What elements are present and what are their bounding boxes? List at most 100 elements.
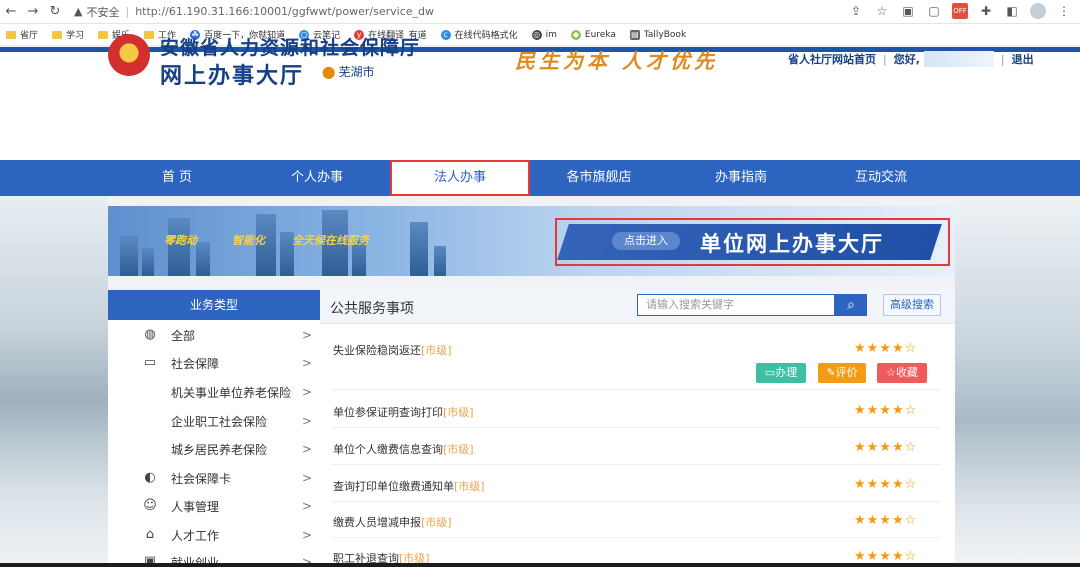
extension-icon[interactable]: ▣	[900, 3, 916, 19]
sidebar-item-resident-pension[interactable]: 城乡居民养老保险 >	[108, 435, 320, 463]
code-icon: c	[440, 29, 451, 40]
browser-address-bar: ← → ↻ ▲ 不安全 | http://61.190.31.166:10001…	[0, 0, 1080, 24]
service-name[interactable]: 查询打印单位缴费通知单[市级]	[333, 478, 485, 494]
sidepanel-icon[interactable]: ◧	[1004, 3, 1020, 19]
favorite-button[interactable]: ☆收藏	[877, 363, 927, 383]
bookmark-item[interactable]: ◎ im	[531, 29, 557, 40]
blank-extension-icon[interactable]: ▢	[926, 3, 942, 19]
rate-icon: ✎	[826, 366, 836, 379]
menu-icon[interactable]: ⋮	[1056, 3, 1072, 19]
folder-icon	[52, 30, 63, 39]
globe-icon: ◎	[531, 29, 542, 40]
browser-toolbar-right: ⇪ ☆ ▣ ▢ OFF ✚ ◧ ⋮	[848, 3, 1072, 19]
enter-button[interactable]: 点击进入	[612, 232, 680, 250]
nav-home[interactable]: 首 页	[118, 160, 236, 196]
leaf-icon: ◆	[570, 29, 581, 40]
nav-personal[interactable]: 个人办事	[258, 160, 376, 196]
logout-link[interactable]: 退出	[1012, 51, 1034, 67]
service-row[interactable]: 失业保险稳岗返还[市级] ★★★★☆ ▭办理 ✎评价 ☆收藏	[332, 341, 940, 390]
warning-icon: ▲	[74, 5, 83, 18]
handle-button[interactable]: ▭办理	[756, 363, 806, 383]
nav-corporate[interactable]: 法人办事	[390, 160, 530, 196]
advanced-search-button[interactable]: 高级搜索	[883, 294, 941, 316]
rating-stars: ★★★★☆	[854, 341, 918, 356]
banner-building	[120, 236, 138, 276]
star-outline-icon: ☆	[886, 366, 896, 379]
off-extension-icon[interactable]: OFF	[952, 3, 968, 19]
rating-stars: ★★★★☆	[854, 549, 918, 564]
nav-interaction[interactable]: 互动交流	[822, 160, 940, 196]
share-icon[interactable]: ⇪	[848, 3, 864, 19]
puzzle-icon[interactable]: ✚	[978, 3, 994, 19]
ssc-card-icon: ◐	[144, 470, 156, 485]
chevron-right-icon: >	[301, 471, 312, 485]
banner-building	[196, 242, 210, 276]
card-icon: ▭	[143, 355, 157, 370]
greeting: 您好,	[893, 53, 920, 66]
url-field[interactable]: ▲ 不安全 | http://61.190.31.166:10001/ggfww…	[74, 4, 434, 20]
service-name[interactable]: 缴费人员增减申报[市级]	[333, 514, 452, 530]
bookmark-item[interactable]: ▤ TallyBook	[629, 29, 686, 40]
sidebar-item-ss-card[interactable]: ◐ 社会保障卡 >	[108, 464, 320, 492]
service-name[interactable]: 单位个人缴费信息查询[市级]	[333, 441, 474, 457]
site-title: 安徽省人力资源和社会保障厅	[160, 37, 421, 59]
handle-icon: ▭	[764, 366, 776, 379]
banner-building	[142, 248, 154, 276]
search-input[interactable]: 请输入搜索关键字	[637, 294, 835, 316]
service-name[interactable]: 失业保险稳岗返还[市级]	[333, 342, 452, 358]
unit-hall-label[interactable]: 单位网上办事大厅	[700, 228, 884, 258]
reload-icon[interactable]: ↻	[44, 4, 66, 19]
taskbar-edge	[0, 563, 1080, 567]
chevron-right-icon: >	[301, 528, 312, 542]
sidebar-item-gov-pension[interactable]: 机关事业单位养老保险 >	[108, 378, 320, 406]
bookmark-item[interactable]: 省厅	[6, 28, 38, 41]
location-pin-icon: ⬤	[322, 65, 336, 79]
service-row[interactable]: 查询打印单位缴费通知单[市级] ★★★★☆	[332, 477, 940, 502]
sidebar-item-enterprise-insurance[interactable]: 企业职工社会保险 >	[108, 407, 320, 435]
service-name[interactable]: 单位参保证明查询打印[市级]	[333, 404, 474, 420]
sidebar-item-personnel[interactable]: ☺ 人事管理 >	[108, 492, 320, 520]
graduation-cap-icon: ⌂	[145, 527, 155, 542]
back-icon[interactable]: ←	[0, 4, 22, 19]
chevron-right-icon: >	[301, 442, 312, 456]
search-button[interactable]: ⌕	[835, 294, 867, 316]
bookmark-item[interactable]: c 在线代码格式化	[440, 28, 518, 41]
bookmark-star-icon[interactable]: ☆	[874, 3, 890, 19]
city-selector[interactable]: ⬤ 芜湖市	[322, 63, 374, 80]
chevron-right-icon: >	[301, 328, 312, 342]
user-links: 省人社厅网站首页 | 您好, | 退出	[788, 51, 1034, 67]
sidebar-item-all[interactable]: ◍ 全部 >	[108, 321, 320, 349]
service-row[interactable]: 单位个人缴费信息查询[市级] ★★★★☆	[332, 440, 940, 465]
globe-icon: ◍	[144, 327, 156, 342]
public-services-panel: 公共服务事项 请输入搜索关键字 ⌕ 高级搜索 失业保险稳岗返还[市级] ★★★★…	[320, 290, 955, 567]
person-icon: ☺	[143, 498, 157, 513]
banner-tag: 全天候在线服务	[292, 234, 369, 247]
service-row[interactable]: 单位参保证明查询打印[市级] ★★★★☆	[332, 403, 940, 428]
sidebar-item-talent[interactable]: ⌂ 人才工作 >	[108, 521, 320, 549]
bookmark-item[interactable]: 学习	[52, 28, 84, 41]
services-header: 公共服务事项 请输入搜索关键字 ⌕ 高级搜索	[320, 290, 955, 324]
banner-building	[434, 246, 446, 276]
rating-stars: ★★★★☆	[854, 440, 918, 455]
business-type-sidebar: 业务类型 ◍ 全部 > ▭ 社会保障 > 机关事业单位养老保险 > 企业职工社会…	[108, 290, 320, 567]
sidebar-header: 业务类型	[108, 290, 320, 320]
slogan: 民生为本 人才优先	[515, 49, 718, 73]
bookmark-item[interactable]: ◆ Eureka	[570, 29, 616, 40]
folder-icon	[6, 30, 16, 39]
scenic-background-right	[955, 196, 1080, 567]
nav-guide[interactable]: 办事指南	[682, 160, 800, 196]
main-nav: 首 页 个人办事 法人办事 各市旗舰店 办事指南 互动交流	[0, 160, 1080, 196]
nav-city-stores[interactable]: 各市旗舰店	[540, 160, 658, 196]
site-subtitle: 网上办事大厅	[160, 64, 305, 89]
service-row[interactable]: 缴费人员增减申报[市级] ★★★★☆	[332, 513, 940, 538]
services-title: 公共服务事项	[330, 301, 414, 317]
forward-icon[interactable]: →	[22, 4, 44, 19]
search-icon: ⌕	[847, 297, 855, 313]
profile-avatar[interactable]	[1030, 3, 1046, 19]
rate-button[interactable]: ✎评价	[818, 363, 866, 383]
sidebar-item-social-security[interactable]: ▭ 社会保障 >	[108, 349, 320, 377]
chevron-right-icon: >	[301, 385, 312, 399]
rating-stars: ★★★★☆	[854, 403, 918, 418]
home-link[interactable]: 省人社厅网站首页	[788, 51, 876, 67]
url-text: http://61.190.31.166:10001/ggfwwt/power/…	[135, 5, 435, 18]
